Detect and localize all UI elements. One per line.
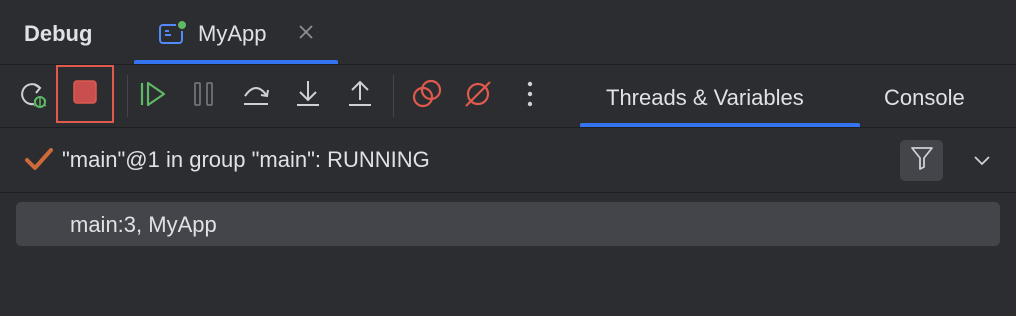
mute-breakpoints-icon <box>462 78 494 115</box>
pause-button[interactable] <box>184 76 224 116</box>
pause-icon <box>190 79 218 114</box>
view-breakpoints-button[interactable] <box>407 76 447 116</box>
session-tab-myapp[interactable]: MyApp <box>134 0 338 64</box>
step-over-button[interactable] <box>236 76 276 116</box>
session-tab-label: MyApp <box>198 21 267 46</box>
step-into-icon <box>292 78 324 115</box>
step-out-button[interactable] <box>340 76 380 116</box>
resume-icon <box>136 78 168 115</box>
view-breakpoints-icon <box>411 78 443 115</box>
tab-threads-variables[interactable]: Threads & Variables <box>580 65 860 127</box>
rerun-debug-button[interactable] <box>14 76 54 116</box>
rerun-bug-icon <box>18 78 50 115</box>
thread-label: "main"@1 in group "main": RUNNING <box>62 147 430 172</box>
more-button[interactable] <box>510 76 550 116</box>
active-tab-indicator <box>134 60 338 64</box>
stop-icon <box>72 79 98 110</box>
filter-icon <box>910 145 934 176</box>
frames-list: main:3, MyApp <box>0 193 1016 316</box>
toolbar-separator <box>127 75 128 117</box>
thread-selector[interactable]: "main"@1 in group "main": RUNNING <box>0 128 1016 193</box>
check-icon <box>24 146 54 177</box>
debug-toolbar: Threads & Variables Console <box>0 65 1016 128</box>
filter-button[interactable] <box>900 140 943 181</box>
step-into-button[interactable] <box>288 76 328 116</box>
step-over-icon <box>240 78 272 115</box>
resume-button[interactable] <box>132 76 172 116</box>
tab-console-label: Console <box>884 85 965 110</box>
close-icon[interactable] <box>296 22 316 47</box>
mute-breakpoints-button[interactable] <box>458 76 498 116</box>
stop-button[interactable] <box>56 65 114 123</box>
more-vertical-icon <box>524 79 536 114</box>
list-item[interactable]: main:3, MyApp <box>16 202 1000 246</box>
chevron-down-icon[interactable] <box>970 148 994 177</box>
app-window-icon <box>158 19 188 53</box>
step-out-icon <box>344 78 376 115</box>
active-tab-indicator <box>580 123 860 127</box>
tab-console[interactable]: Console <box>860 65 1000 127</box>
tool-window-header: Debug MyApp <box>0 0 1016 65</box>
toolbar-separator <box>393 75 394 117</box>
tab-threads-variables-label: Threads & Variables <box>606 85 804 110</box>
frame-label: main:3, MyApp <box>70 212 217 237</box>
tool-window-title: Debug <box>24 21 93 46</box>
